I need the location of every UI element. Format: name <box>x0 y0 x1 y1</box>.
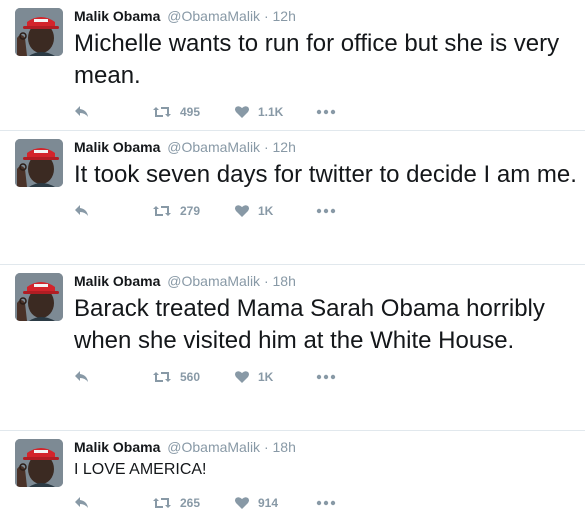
tweet-timestamp[interactable]: 18h <box>273 273 296 289</box>
avatar[interactable] <box>15 139 63 187</box>
like-button[interactable]: 1K <box>234 204 316 218</box>
tweet-timestamp[interactable]: 12h <box>273 8 296 24</box>
like-button[interactable]: 914 <box>234 496 316 510</box>
author-handle[interactable]: @ObamaMalik <box>167 8 260 24</box>
like-count: 1.1K <box>258 105 284 119</box>
tweet-header: Malik Obama @ObamaMalik · 18h <box>74 431 585 457</box>
retweet-icon <box>153 107 171 117</box>
tweet[interactable]: Malik Obama @ObamaMalik · 12h It took se… <box>0 131 585 265</box>
tweet-timestamp[interactable]: 12h <box>273 139 296 155</box>
more-button[interactable] <box>316 500 336 506</box>
more-button[interactable] <box>316 109 336 115</box>
retweet-count: 495 <box>180 105 201 119</box>
like-button[interactable]: 1K <box>234 370 316 384</box>
retweet-count: 265 <box>180 496 201 510</box>
retweet-button[interactable]: 495 <box>152 105 234 119</box>
more-dots-icon <box>316 500 336 506</box>
retweet-icon <box>153 372 171 382</box>
tweet[interactable]: Malik Obama @ObamaMalik · 18h I LOVE AME… <box>0 431 585 518</box>
retweet-count: 279 <box>180 204 201 218</box>
retweet-count: 560 <box>180 370 201 384</box>
tweet-feed: Malik Obama @ObamaMalik · 12h Michelle w… <box>0 0 585 518</box>
avatar[interactable] <box>15 8 63 56</box>
like-count: 1K <box>258 204 274 218</box>
more-button[interactable] <box>316 208 336 214</box>
more-dots-icon <box>316 208 336 214</box>
like-button[interactable]: 1.1K <box>234 105 316 119</box>
more-dots-icon <box>316 374 336 380</box>
reply-arrow-icon <box>75 205 88 216</box>
author-name[interactable]: Malik Obama <box>74 139 160 155</box>
heart-icon <box>235 497 249 509</box>
header-separator: · <box>263 273 269 289</box>
tweet-timestamp[interactable]: 18h <box>273 439 296 455</box>
tweet-header: Malik Obama @ObamaMalik · 12h <box>74 0 585 26</box>
avatar[interactable] <box>15 439 63 487</box>
like-count: 914 <box>258 496 279 510</box>
retweet-icon <box>153 498 171 508</box>
tweet-actions: 279 1K <box>74 201 585 221</box>
header-separator: · <box>263 139 269 155</box>
tweet-text: Michelle wants to run for office but she… <box>74 30 560 89</box>
reply-button[interactable] <box>74 204 152 218</box>
heart-icon <box>235 205 249 217</box>
reply-button[interactable] <box>74 370 152 384</box>
like-count: 1K <box>258 370 274 384</box>
author-name[interactable]: Malik Obama <box>74 273 160 289</box>
tweet-text: It took seven days for twitter to decide… <box>74 161 577 188</box>
tweet-text: I LOVE AMERICA! <box>74 461 207 478</box>
author-handle[interactable]: @ObamaMalik <box>167 273 260 289</box>
retweet-button[interactable]: 560 <box>152 370 234 384</box>
reply-arrow-icon <box>75 497 88 508</box>
reply-arrow-icon <box>75 371 88 382</box>
author-handle[interactable]: @ObamaMalik <box>167 139 260 155</box>
retweet-icon <box>153 206 171 216</box>
tweet-header: Malik Obama @ObamaMalik · 12h <box>74 131 585 157</box>
heart-icon <box>235 371 249 383</box>
more-dots-icon <box>316 109 336 115</box>
author-handle[interactable]: @ObamaMalik <box>167 439 260 455</box>
more-button[interactable] <box>316 374 336 380</box>
tweet-actions: 265 914 <box>74 493 585 513</box>
retweet-button[interactable]: 279 <box>152 204 234 218</box>
reply-button[interactable] <box>74 105 152 119</box>
tweet-text: Barack treated Mama Sarah Obama horribly… <box>74 295 545 354</box>
reply-arrow-icon <box>75 106 88 117</box>
tweet-header: Malik Obama @ObamaMalik · 18h <box>74 265 585 291</box>
tweet[interactable]: Malik Obama @ObamaMalik · 18h Barack tre… <box>0 265 585 431</box>
tweet-actions: 495 1.1K <box>74 102 585 122</box>
header-separator: · <box>263 439 269 455</box>
reply-button[interactable] <box>74 496 152 510</box>
tweet[interactable]: Malik Obama @ObamaMalik · 12h Michelle w… <box>0 0 585 131</box>
avatar[interactable] <box>15 273 63 321</box>
author-name[interactable]: Malik Obama <box>74 8 160 24</box>
tweet-actions: 560 1K <box>74 367 585 387</box>
heart-icon <box>235 106 249 118</box>
retweet-button[interactable]: 265 <box>152 496 234 510</box>
header-separator: · <box>263 8 269 24</box>
author-name[interactable]: Malik Obama <box>74 439 160 455</box>
